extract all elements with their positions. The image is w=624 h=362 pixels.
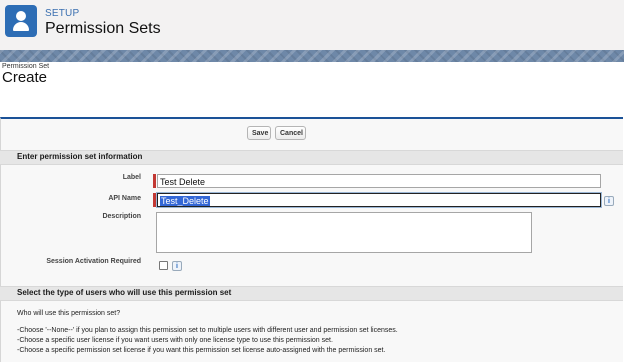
- user-icon: [5, 5, 37, 37]
- api-name-input[interactable]: Test_Delete: [157, 193, 601, 207]
- info-icon[interactable]: i: [172, 261, 182, 271]
- api-name-field-label: API Name: [108, 195, 141, 202]
- users-help-line: -Choose a specific permission set licens…: [17, 347, 386, 354]
- required-indicator: [153, 193, 156, 207]
- users-help-line: -Choose a specific user license if you w…: [17, 337, 333, 344]
- label-field-label: Label: [122, 174, 141, 181]
- label-input[interactable]: Test Delete: [157, 174, 601, 188]
- cancel-button[interactable]: Cancel: [275, 126, 306, 140]
- decorative-banner: [0, 50, 624, 62]
- required-indicator: [153, 174, 156, 188]
- description-field-label: Description: [102, 213, 141, 220]
- save-button[interactable]: Save: [247, 126, 271, 140]
- header-title: Permission Sets: [45, 20, 161, 37]
- page-title: Create: [2, 69, 48, 86]
- users-question: Who will use this permission set?: [17, 310, 121, 317]
- header-eyebrow: SETUP: [45, 8, 80, 19]
- users-help-line: -Choose '--None--' if you plan to assign…: [17, 327, 398, 334]
- section-title-info: Enter permission set information: [17, 152, 143, 161]
- session-activation-checkbox[interactable]: [159, 261, 168, 270]
- setup-header: SETUP Permission Sets: [0, 0, 624, 50]
- section-title-users: Select the type of users who will use th…: [17, 288, 232, 297]
- session-activation-label: Session Activation Required: [46, 258, 141, 265]
- description-textarea[interactable]: [156, 212, 532, 253]
- api-name-selected-text: Test_Delete: [160, 196, 210, 206]
- info-icon[interactable]: i: [604, 196, 614, 206]
